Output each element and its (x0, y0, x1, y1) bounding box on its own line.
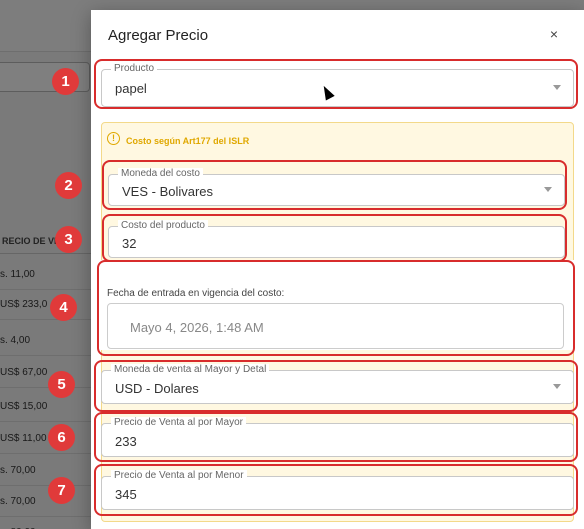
precio-mayor-label: Precio de Venta al por Mayor (111, 417, 246, 429)
moneda-costo-label: Moneda del costo (118, 168, 203, 180)
annotation-badge-2: 2 (55, 172, 82, 199)
annotation-badge-3: 3 (55, 226, 82, 253)
precio-mayor-value: 233 (115, 434, 137, 449)
producto-value: papel (115, 81, 147, 96)
modal-header: Agregar Precio × (91, 10, 584, 58)
info-icon: ! (107, 132, 120, 145)
chevron-down-icon (553, 85, 561, 90)
moneda-venta-label: Moneda de venta al Mayor y Detal (111, 364, 270, 376)
fecha-value: Mayo 4, 2026, 1:48 AM (130, 320, 264, 335)
annotation-badge-6: 6 (48, 424, 75, 451)
notice-text: Costo según Art177 del ISLR (126, 136, 250, 146)
chevron-down-icon (544, 187, 552, 192)
modal-title: Agregar Precio (108, 27, 209, 44)
precio-menor-value: 345 (115, 487, 137, 502)
fecha-input[interactable]: Mayo 4, 2026, 1:48 AM (107, 303, 564, 349)
fecha-label: Fecha de entrada en vigencia del costo: (107, 288, 285, 299)
precio-menor-input[interactable]: Precio de Venta al por Menor 345 (101, 470, 574, 510)
chevron-down-icon (553, 384, 561, 389)
precio-menor-label: Precio de Venta al por Menor (111, 470, 247, 482)
moneda-venta-value: USD - Dolares (115, 381, 199, 396)
annotation-badge-5: 5 (48, 371, 75, 398)
producto-label: Producto (111, 63, 158, 75)
add-price-modal: Agregar Precio × Producto papel ! Costo … (91, 10, 584, 529)
annotation-badge-7: 7 (48, 477, 75, 504)
moneda-costo-select[interactable]: Moneda del costo VES - Bolivares (108, 168, 565, 206)
annotation-badge-1: 1 (52, 68, 79, 95)
producto-select[interactable]: Producto papel (101, 63, 574, 107)
moneda-costo-value: VES - Bolivares (122, 184, 214, 199)
costo-label: Costo del producto (118, 220, 208, 232)
moneda-venta-select[interactable]: Moneda de venta al Mayor y Detal USD - D… (101, 364, 574, 404)
annotation-badge-4: 4 (50, 294, 77, 321)
close-button[interactable]: × (546, 26, 562, 42)
costo-input[interactable]: Costo del producto 32 (108, 220, 565, 258)
costo-value: 32 (122, 236, 137, 251)
precio-mayor-input[interactable]: Precio de Venta al por Mayor 233 (101, 417, 574, 457)
